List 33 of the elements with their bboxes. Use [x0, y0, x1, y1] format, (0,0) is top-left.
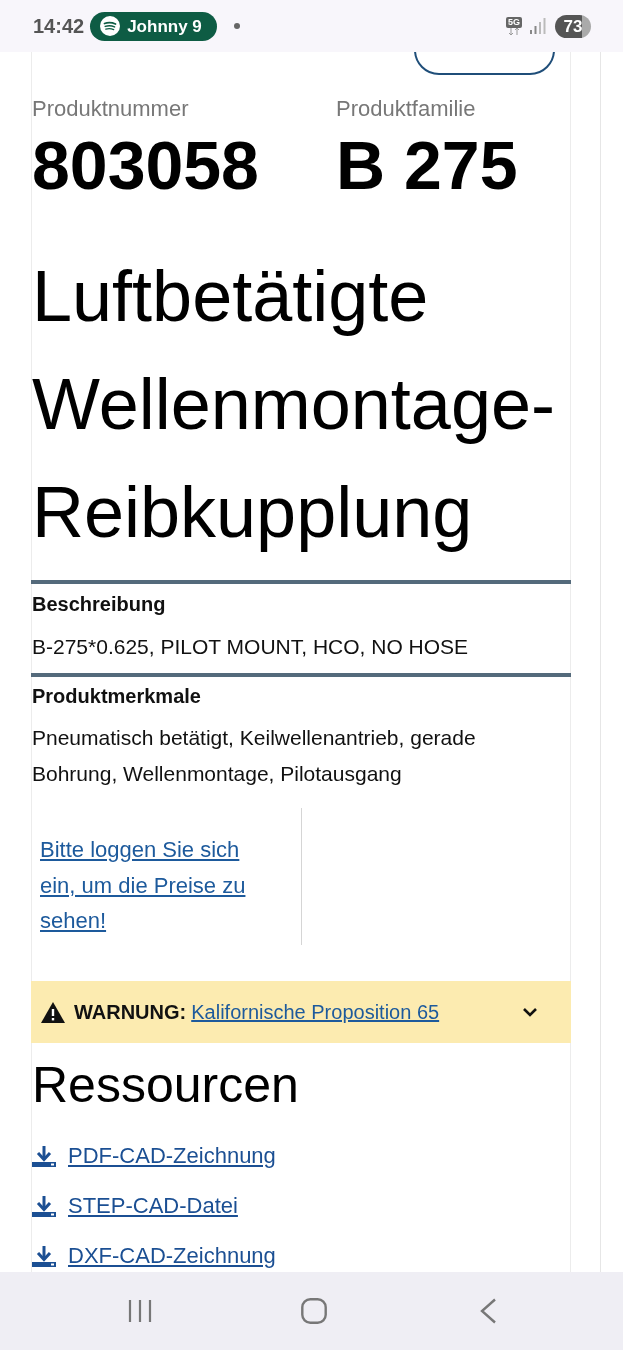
warning-label: WARNUNG: — [74, 1000, 187, 1025]
resource-link[interactable]: STEP-CAD-Datei — [68, 1191, 238, 1221]
media-pill[interactable]: Johnny 9 — [90, 11, 218, 41]
status-time: 14:42 — [33, 16, 85, 36]
battery-percent: 73 — [563, 17, 583, 35]
field-value: B 275 — [336, 131, 518, 199]
resource-link[interactable]: PDF-CAD-Zeichnung — [68, 1141, 276, 1171]
login-link[interactable]: Bitte loggen Sie sich ein, um die Preise zu sehen! — [40, 832, 258, 939]
download-icon — [32, 1145, 56, 1167]
field-label: Produktnummer — [32, 95, 190, 123]
media-title: Johnny 9 — [127, 17, 202, 35]
field-value: 803058 — [32, 131, 260, 199]
warning-link[interactable]: Kalifornische Proposition 65 — [191, 997, 440, 1027]
spotify-icon — [100, 16, 121, 36]
download-icon — [32, 1195, 56, 1217]
signal-icon — [530, 18, 546, 34]
resource-link[interactable]: DXF-CAD-Zeichnung — [68, 1241, 276, 1271]
recents-icon[interactable] — [128, 1299, 152, 1323]
back-icon[interactable] — [479, 1298, 497, 1324]
resources-heading: Ressourcen — [32, 1056, 300, 1115]
warning-icon — [41, 1001, 65, 1023]
product-title: Luftbetätigte Wellenmontage-Reibkupplung — [32, 255, 556, 554]
field-label: Produktfamilie — [336, 95, 477, 123]
data-arrows-icon — [508, 28, 520, 35]
section-heading: Produktmerkmale — [32, 684, 202, 709]
section-text: Pneumatisch betätigt, Keilwellenantrieb, gerade Bohrung, Wellenmontage, Pilotausgang — [32, 725, 477, 787]
home-icon[interactable] — [301, 1298, 327, 1324]
section-heading: Beschreibung — [32, 592, 167, 617]
network-type-label: 5G — [506, 17, 522, 28]
warning-banner[interactable]: WARNUNG: Kalifornische Proposition 65 — [31, 981, 571, 1043]
notification-dot-icon — [234, 23, 241, 29]
section-text: B-275*0.625, PILOT MOUNT, HCO, NO HOSE — [32, 634, 470, 660]
download-icon — [32, 1245, 56, 1267]
